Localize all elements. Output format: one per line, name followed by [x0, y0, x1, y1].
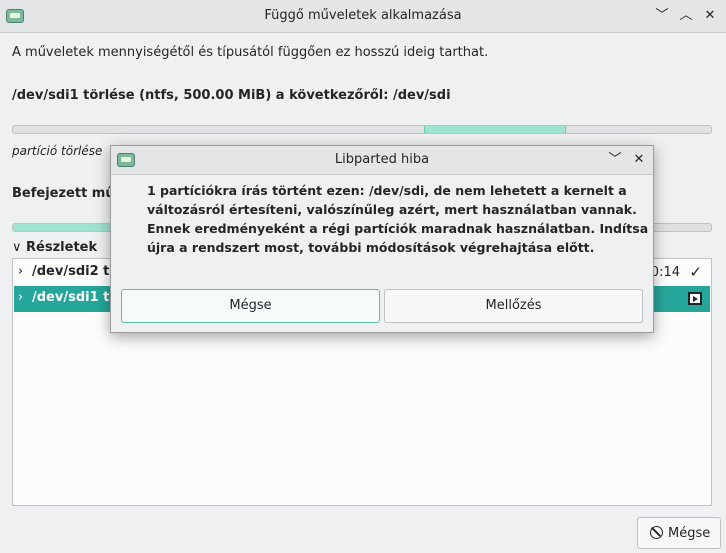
message-line: újra a rendszert most, további módosítás… [147, 240, 595, 255]
close-button[interactable]: ✕ [629, 150, 649, 170]
libparted-error-dialog: Libparted hiba ﹀ ✕ 1 partíciókra írás tö… [110, 145, 654, 333]
chevron-right-icon[interactable]: › [18, 264, 23, 279]
details-label: Részletek [26, 240, 98, 255]
row-label: /dev/sdi1 tö [32, 290, 119, 305]
info-text: A műveletek mennyiségétől és típusától f… [12, 45, 489, 60]
close-button[interactable]: ✕ [700, 6, 720, 26]
row-time: 0:14 [650, 265, 680, 280]
dialog-cancel-button[interactable]: Mégse [121, 289, 380, 323]
dialog-ignore-button[interactable]: Mellőzés [384, 289, 643, 323]
details-expander[interactable]: ∨ Részletek [12, 240, 97, 255]
minimize-button[interactable]: ﹀ [605, 150, 625, 170]
message-line: 1 partíciókra írás történt ezen: /dev/sd… [147, 183, 627, 198]
chevron-right-icon[interactable]: › [18, 290, 23, 305]
message-line: változásról értesíteni, valószínűleg azé… [147, 202, 637, 217]
message-line: Ennek eredményeként a régi partíciók mar… [147, 221, 649, 236]
operation-progress-bar [12, 125, 712, 134]
cancel-icon [650, 526, 663, 539]
completed-operations-text: Befejezett műv [12, 186, 124, 201]
row-label: /dev/sdi2 tö [32, 264, 119, 279]
dialog-titlebar: Libparted hiba ﹀ ✕ [111, 146, 653, 175]
minimize-button[interactable]: ﹀ [652, 6, 672, 26]
play-icon [688, 292, 702, 305]
window-title: Függő műveletek alkalmazása [264, 8, 462, 23]
cancel-button[interactable]: Mégse [637, 517, 721, 549]
maximize-button[interactable]: ︿ [676, 6, 696, 26]
cancel-button-label: Mégse [668, 526, 711, 541]
dialog-title: Libparted hiba [334, 152, 430, 167]
window-titlebar: Függő műveletek alkalmazása ﹀ ︿ ✕ [0, 0, 726, 33]
dialog-message: 1 partíciókra írás történt ezen: /dev/sd… [147, 181, 649, 257]
sub-operation-text: partíció törlése [12, 144, 103, 158]
chevron-down-icon: ∨ [12, 240, 22, 255]
operation-text: /dev/sdi1 törlése (ntfs, 500.00 MiB) a k… [12, 88, 451, 103]
check-icon: ✓ [689, 263, 702, 281]
